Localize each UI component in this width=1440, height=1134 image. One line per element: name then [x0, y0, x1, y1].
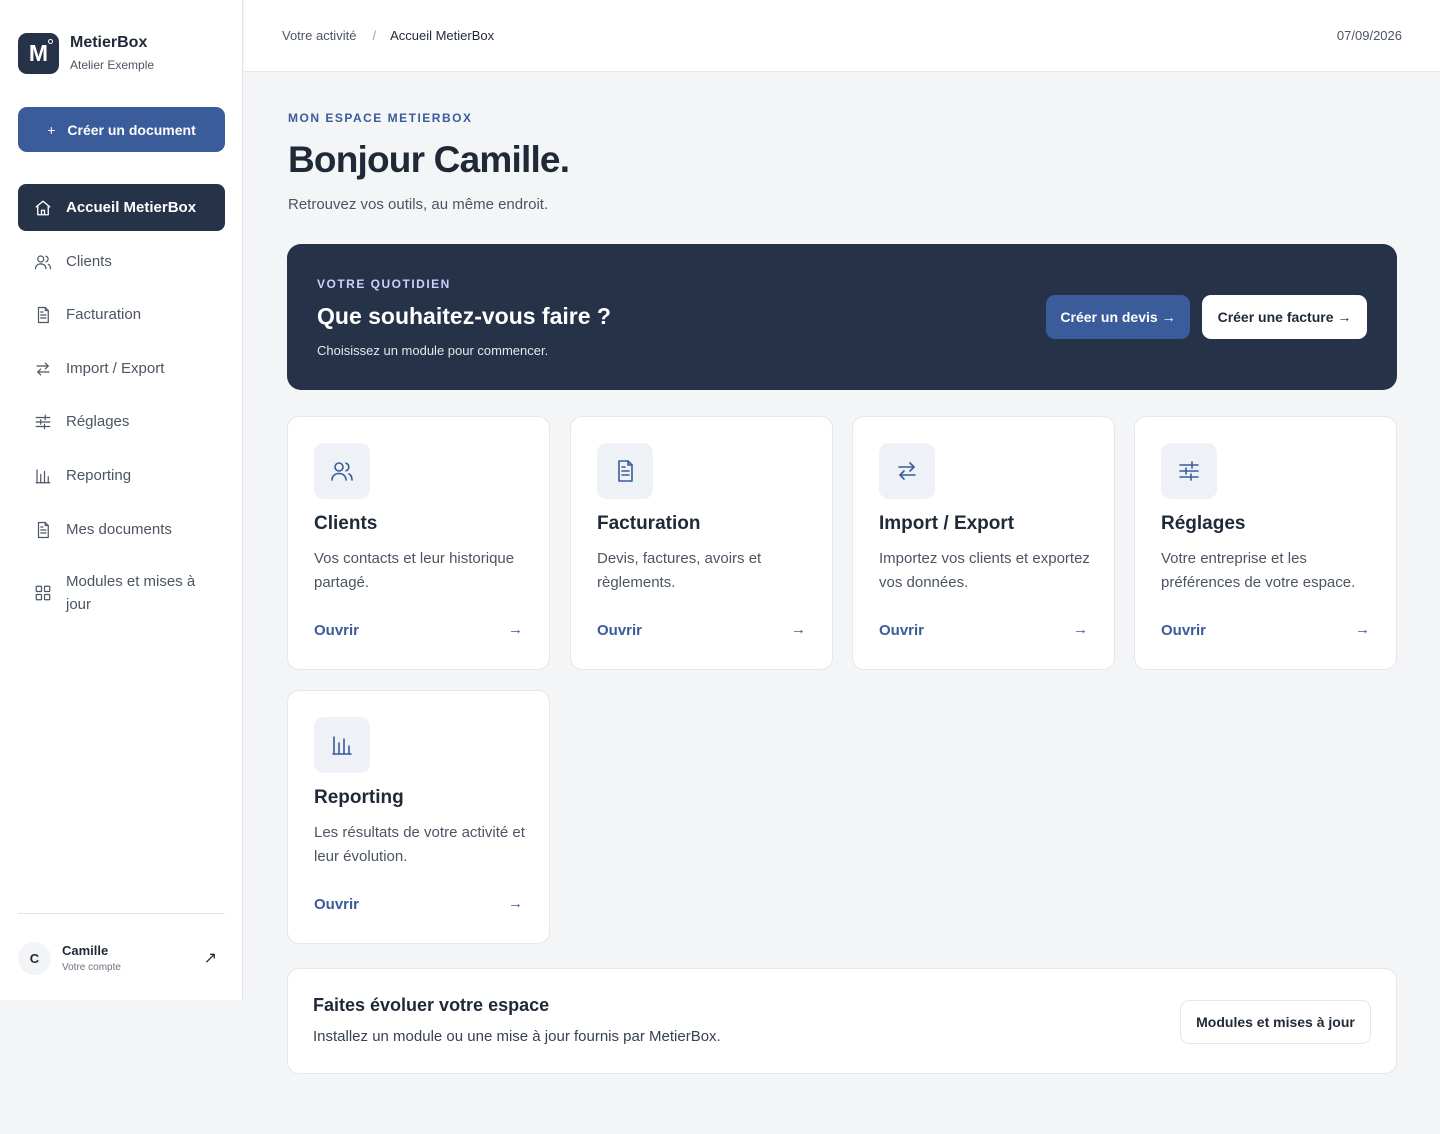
- page-title: Bonjour Camille.: [288, 139, 570, 180]
- topbar: Votre activité / Accueil MetierBox 07/09…: [244, 0, 1440, 72]
- create-quote-button[interactable]: Créer un devis →: [1046, 295, 1190, 339]
- account-name: Camille: [62, 943, 109, 958]
- sidebar: M MetierBox Atelier Exemple + Créer un d…: [0, 0, 243, 1000]
- sidebar-item-modules[interactable]: Modules et mises à jour: [18, 570, 198, 616]
- create-document-button[interactable]: + Créer un document: [18, 107, 225, 152]
- module-title: Réglages: [1161, 513, 1246, 534]
- arrow-right-icon: →: [1355, 621, 1370, 638]
- module-card-reglages[interactable]: Réglages Votre entreprise et les préfére…: [1134, 416, 1397, 670]
- sidebar-item-label: Mes documents: [66, 521, 172, 538]
- sliders-icon: [34, 413, 52, 431]
- module-card-reporting[interactable]: Reporting Les résultats de votre activit…: [287, 690, 550, 944]
- create-document-label: Créer un document: [67, 121, 196, 138]
- module-description: Devis, factures, avoirs et règlements.: [597, 550, 762, 591]
- evolve-subtitle: Installez un module ou une mise à jour f…: [313, 1028, 721, 1045]
- external-arrow-icon[interactable]: ↗: [204, 948, 217, 968]
- document-icon: [597, 443, 653, 499]
- avatar: C: [18, 941, 51, 975]
- plus-icon: +: [47, 121, 56, 138]
- sidebar-item-label: Clients: [66, 253, 112, 270]
- account-subtitle: Votre compte: [62, 962, 121, 973]
- arrows-exchange-icon: [879, 443, 935, 499]
- module-title: Clients: [314, 513, 378, 534]
- breadcrumb-item-current: Accueil MetierBox: [390, 28, 495, 43]
- users-icon: [314, 443, 370, 499]
- module-title: Reporting: [314, 787, 404, 808]
- users-icon: [34, 253, 52, 271]
- metierbox-logo: M: [18, 33, 59, 74]
- page-eyebrow: MON ESPACE METIERBOX: [288, 111, 473, 125]
- module-title: Facturation: [597, 513, 701, 534]
- module-open-link[interactable]: Ouvrir: [314, 622, 359, 639]
- module-card-clients[interactable]: Clients Vos contacts et leur historique …: [287, 416, 550, 670]
- sidebar-item-accueil[interactable]: Accueil MetierBox: [18, 184, 225, 231]
- sidebar-item-import-export[interactable]: Import / Export: [18, 357, 225, 380]
- sidebar-item-label: Modules et mises à jour: [66, 573, 196, 613]
- sidebar-item-mes-documents[interactable]: Mes documents: [18, 518, 225, 541]
- account-menu[interactable]: C Camille Votre compte ↗: [18, 940, 225, 976]
- sidebar-item-label: Import / Export: [66, 360, 165, 377]
- brand[interactable]: M MetierBox Atelier Exemple: [18, 33, 154, 74]
- arrow-right-icon: →: [508, 621, 523, 638]
- create-invoice-button[interactable]: Créer une facture →: [1202, 295, 1367, 339]
- module-description: Vos contacts et leur historique partagé.: [314, 550, 515, 591]
- sidebar-item-label: Accueil MetierBox: [66, 199, 197, 216]
- sidebar-item-label: Reporting: [66, 467, 132, 484]
- module-card-import-export[interactable]: Import / Export Importez vos clients et …: [852, 416, 1115, 670]
- breadcrumb: Votre activité / Accueil MetierBox: [282, 28, 494, 43]
- evolve-title: Faites évoluer votre espace: [313, 995, 550, 1015]
- sidebar-item-clients[interactable]: Clients: [18, 250, 225, 273]
- modules-updates-button[interactable]: Modules et mises à jour: [1180, 1000, 1371, 1044]
- arrow-right-icon: →: [791, 621, 806, 638]
- document-icon: [34, 306, 52, 324]
- document-icon: [34, 521, 52, 539]
- banner-eyebrow: VOTRE QUOTIDIEN: [317, 277, 451, 291]
- evolve-space-panel: Faites évoluer votre espace Installez un…: [287, 968, 1397, 1074]
- module-title: Import / Export: [879, 513, 1015, 534]
- arrows-exchange-icon: [34, 360, 52, 378]
- brand-subtitle: Atelier Exemple: [70, 58, 155, 72]
- sidebar-item-label: Facturation: [66, 306, 142, 323]
- module-open-link[interactable]: Ouvrir: [597, 622, 642, 639]
- breadcrumb-separator: /: [372, 28, 377, 43]
- sidebar-divider: [18, 913, 225, 914]
- arrow-right-icon: →: [508, 895, 523, 912]
- banner-title: Que souhaitez-vous faire ?: [317, 303, 611, 329]
- current-date: 07/09/2026: [1336, 28, 1402, 43]
- brand-name: MetierBox: [70, 34, 148, 51]
- sidebar-item-facturation[interactable]: Facturation: [18, 303, 225, 326]
- sidebar-item-label: Réglages: [66, 413, 130, 430]
- sliders-icon: [1161, 443, 1217, 499]
- bar-chart-icon: [34, 467, 52, 485]
- banner-subtitle: Choisissez un module pour commencer.: [317, 343, 549, 358]
- logo-letter: M: [28, 40, 49, 66]
- bar-chart-icon: [314, 717, 370, 773]
- module-open-link[interactable]: Ouvrir: [314, 896, 359, 913]
- logo-dot-icon: [48, 39, 53, 44]
- home-icon: [34, 199, 52, 217]
- module-open-link[interactable]: Ouvrir: [1161, 622, 1206, 639]
- grid-icon: [34, 584, 52, 602]
- quick-actions-banner: VOTRE QUOTIDIEN Que souhaitez-vous faire…: [287, 244, 1397, 390]
- sidebar-item-reporting[interactable]: Reporting: [18, 464, 225, 487]
- module-card-facturation[interactable]: Facturation Devis, factures, avoirs et r…: [570, 416, 833, 670]
- module-description: Votre entreprise et les préférences de v…: [1161, 550, 1356, 591]
- module-description: Les résultats de votre activité et leur …: [314, 824, 525, 865]
- arrow-right-icon: →: [1073, 621, 1088, 638]
- breadcrumb-item-activite[interactable]: Votre activité: [282, 28, 356, 43]
- page-subtitle: Retrouvez vos outils, au même endroit.: [288, 196, 549, 213]
- module-description: Importez vos clients et exportez vos don…: [879, 550, 1090, 591]
- module-open-link[interactable]: Ouvrir: [879, 622, 924, 639]
- sidebar-item-reglages[interactable]: Réglages: [18, 410, 225, 433]
